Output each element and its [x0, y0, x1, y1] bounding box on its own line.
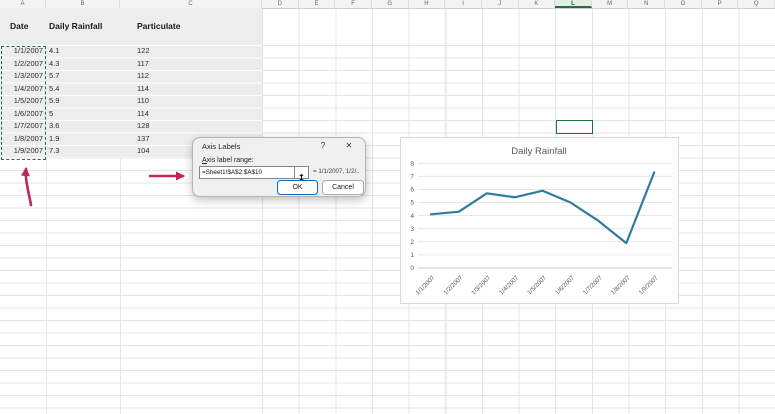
chart-plot-area: Daily Rainfall 0 1 2 3 4 5 6 7 8 1/1/2007 1/2/2007 1… [410, 146, 672, 296]
column-header-l[interactable]: L [555, 0, 592, 8]
column-header-c[interactable]: C [120, 0, 262, 8]
axis-range-input[interactable]: =Sheet1!$A$2:$A$10 [202, 167, 294, 178]
svg-text:1/1/2007: 1/1/2007 [414, 274, 436, 296]
dialog-title: Axis Labels [202, 142, 241, 151]
table-cell[interactable]: 104 [137, 145, 150, 158]
svg-text:3: 3 [410, 226, 414, 233]
column-header-j[interactable]: J [482, 0, 519, 8]
table-cell[interactable]: 114 [137, 83, 149, 96]
svg-text:6: 6 [410, 187, 414, 194]
svg-text:4: 4 [410, 213, 414, 220]
column-header-e[interactable]: E [299, 0, 336, 8]
svg-text:Daily Rainfall: Daily Rainfall [511, 146, 566, 157]
column-header-o[interactable]: O [665, 0, 702, 8]
marching-ants-selection [1, 45, 46, 160]
svg-text:1/3/2007: 1/3/2007 [470, 274, 492, 296]
table-header-cell[interactable]: Daily Rainfall [49, 21, 102, 31]
column-header-k[interactable]: K [519, 0, 556, 8]
column-header-q[interactable]: Q [738, 0, 775, 8]
svg-text:1: 1 [410, 252, 414, 259]
column-header-p[interactable]: P [702, 0, 739, 8]
table-cell[interactable]: 5 [49, 108, 53, 121]
table-cell[interactable]: 1.9 [49, 133, 59, 146]
table-cell[interactable]: 3.6 [49, 120, 59, 133]
column-header-a[interactable]: A [0, 0, 46, 8]
close-icon[interactable]: ✕ [343, 140, 355, 152]
svg-text:2: 2 [410, 239, 414, 246]
table-cell[interactable]: 5.7 [49, 70, 59, 83]
svg-text:1/2/2007: 1/2/2007 [442, 274, 464, 296]
svg-text:1/8/2007: 1/8/2007 [610, 274, 632, 296]
column-header-h[interactable]: H [409, 0, 446, 8]
table-cell[interactable]: 7.3 [49, 145, 59, 158]
column-header-f[interactable]: F [335, 0, 372, 8]
svg-text:1/7/2007: 1/7/2007 [582, 274, 604, 296]
column-header-b[interactable]: B [46, 0, 120, 8]
table-cell[interactable]: 5.4 [49, 83, 59, 96]
column-header-n[interactable]: N [629, 0, 666, 8]
cancel-button[interactable]: Cancel [322, 180, 364, 195]
svg-text:0: 0 [410, 265, 414, 272]
axis-labels-dialog: Axis Labels ? ✕ Axis label range: =Sheet… [192, 137, 366, 197]
range-picker-button[interactable]: ↥ [294, 167, 308, 182]
table-header-cell[interactable]: Particulate [137, 21, 180, 31]
svg-text:1/5/2007: 1/5/2007 [526, 274, 548, 296]
excel-worksheet: { "sheet": { "column_letters": ["A","B",… [0, 0, 775, 414]
table-cell[interactable]: 110 [137, 95, 149, 108]
table-cell[interactable]: 137 [137, 133, 150, 146]
svg-text:8: 8 [410, 160, 414, 167]
table-cell[interactable]: 117 [137, 58, 149, 71]
table-cell[interactable]: 128 [137, 120, 150, 133]
svg-text:5: 5 [410, 200, 414, 207]
table-cell[interactable]: 112 [137, 70, 149, 83]
svg-text:7: 7 [410, 174, 414, 181]
table-cell[interactable]: 5.9 [49, 95, 59, 108]
axis-label-range-label: Axis label range: [202, 157, 254, 164]
active-cell-border[interactable] [556, 120, 593, 134]
axis-range-input-group: =Sheet1!$A$2:$A$10 ↥ [199, 166, 309, 182]
help-icon[interactable]: ? [317, 140, 329, 152]
column-header-d[interactable]: D [262, 0, 299, 8]
svg-text:1/4/2007: 1/4/2007 [498, 274, 520, 296]
table-cell[interactable]: 114 [137, 108, 149, 121]
column-header-m[interactable]: M [592, 0, 629, 8]
table-cell[interactable]: 4.1 [49, 45, 59, 58]
table-cell[interactable]: 4.3 [49, 58, 59, 71]
svg-text:1/9/2007: 1/9/2007 [638, 274, 660, 296]
column-header-i[interactable]: I [445, 0, 482, 8]
svg-text:1/6/2007: 1/6/2007 [554, 274, 576, 296]
column-header-g[interactable]: G [372, 0, 409, 8]
rainfall-chart[interactable]: Daily Rainfall 0 1 2 3 4 5 6 7 8 1/1/2007 1/2/2007 1… [400, 137, 679, 304]
table-header-cell[interactable]: Date [10, 21, 28, 31]
range-preview-text: = 1/1/2007, 1/2/.. [313, 168, 360, 175]
table-cell[interactable]: 122 [137, 45, 150, 58]
ok-button[interactable]: OK [277, 180, 318, 195]
